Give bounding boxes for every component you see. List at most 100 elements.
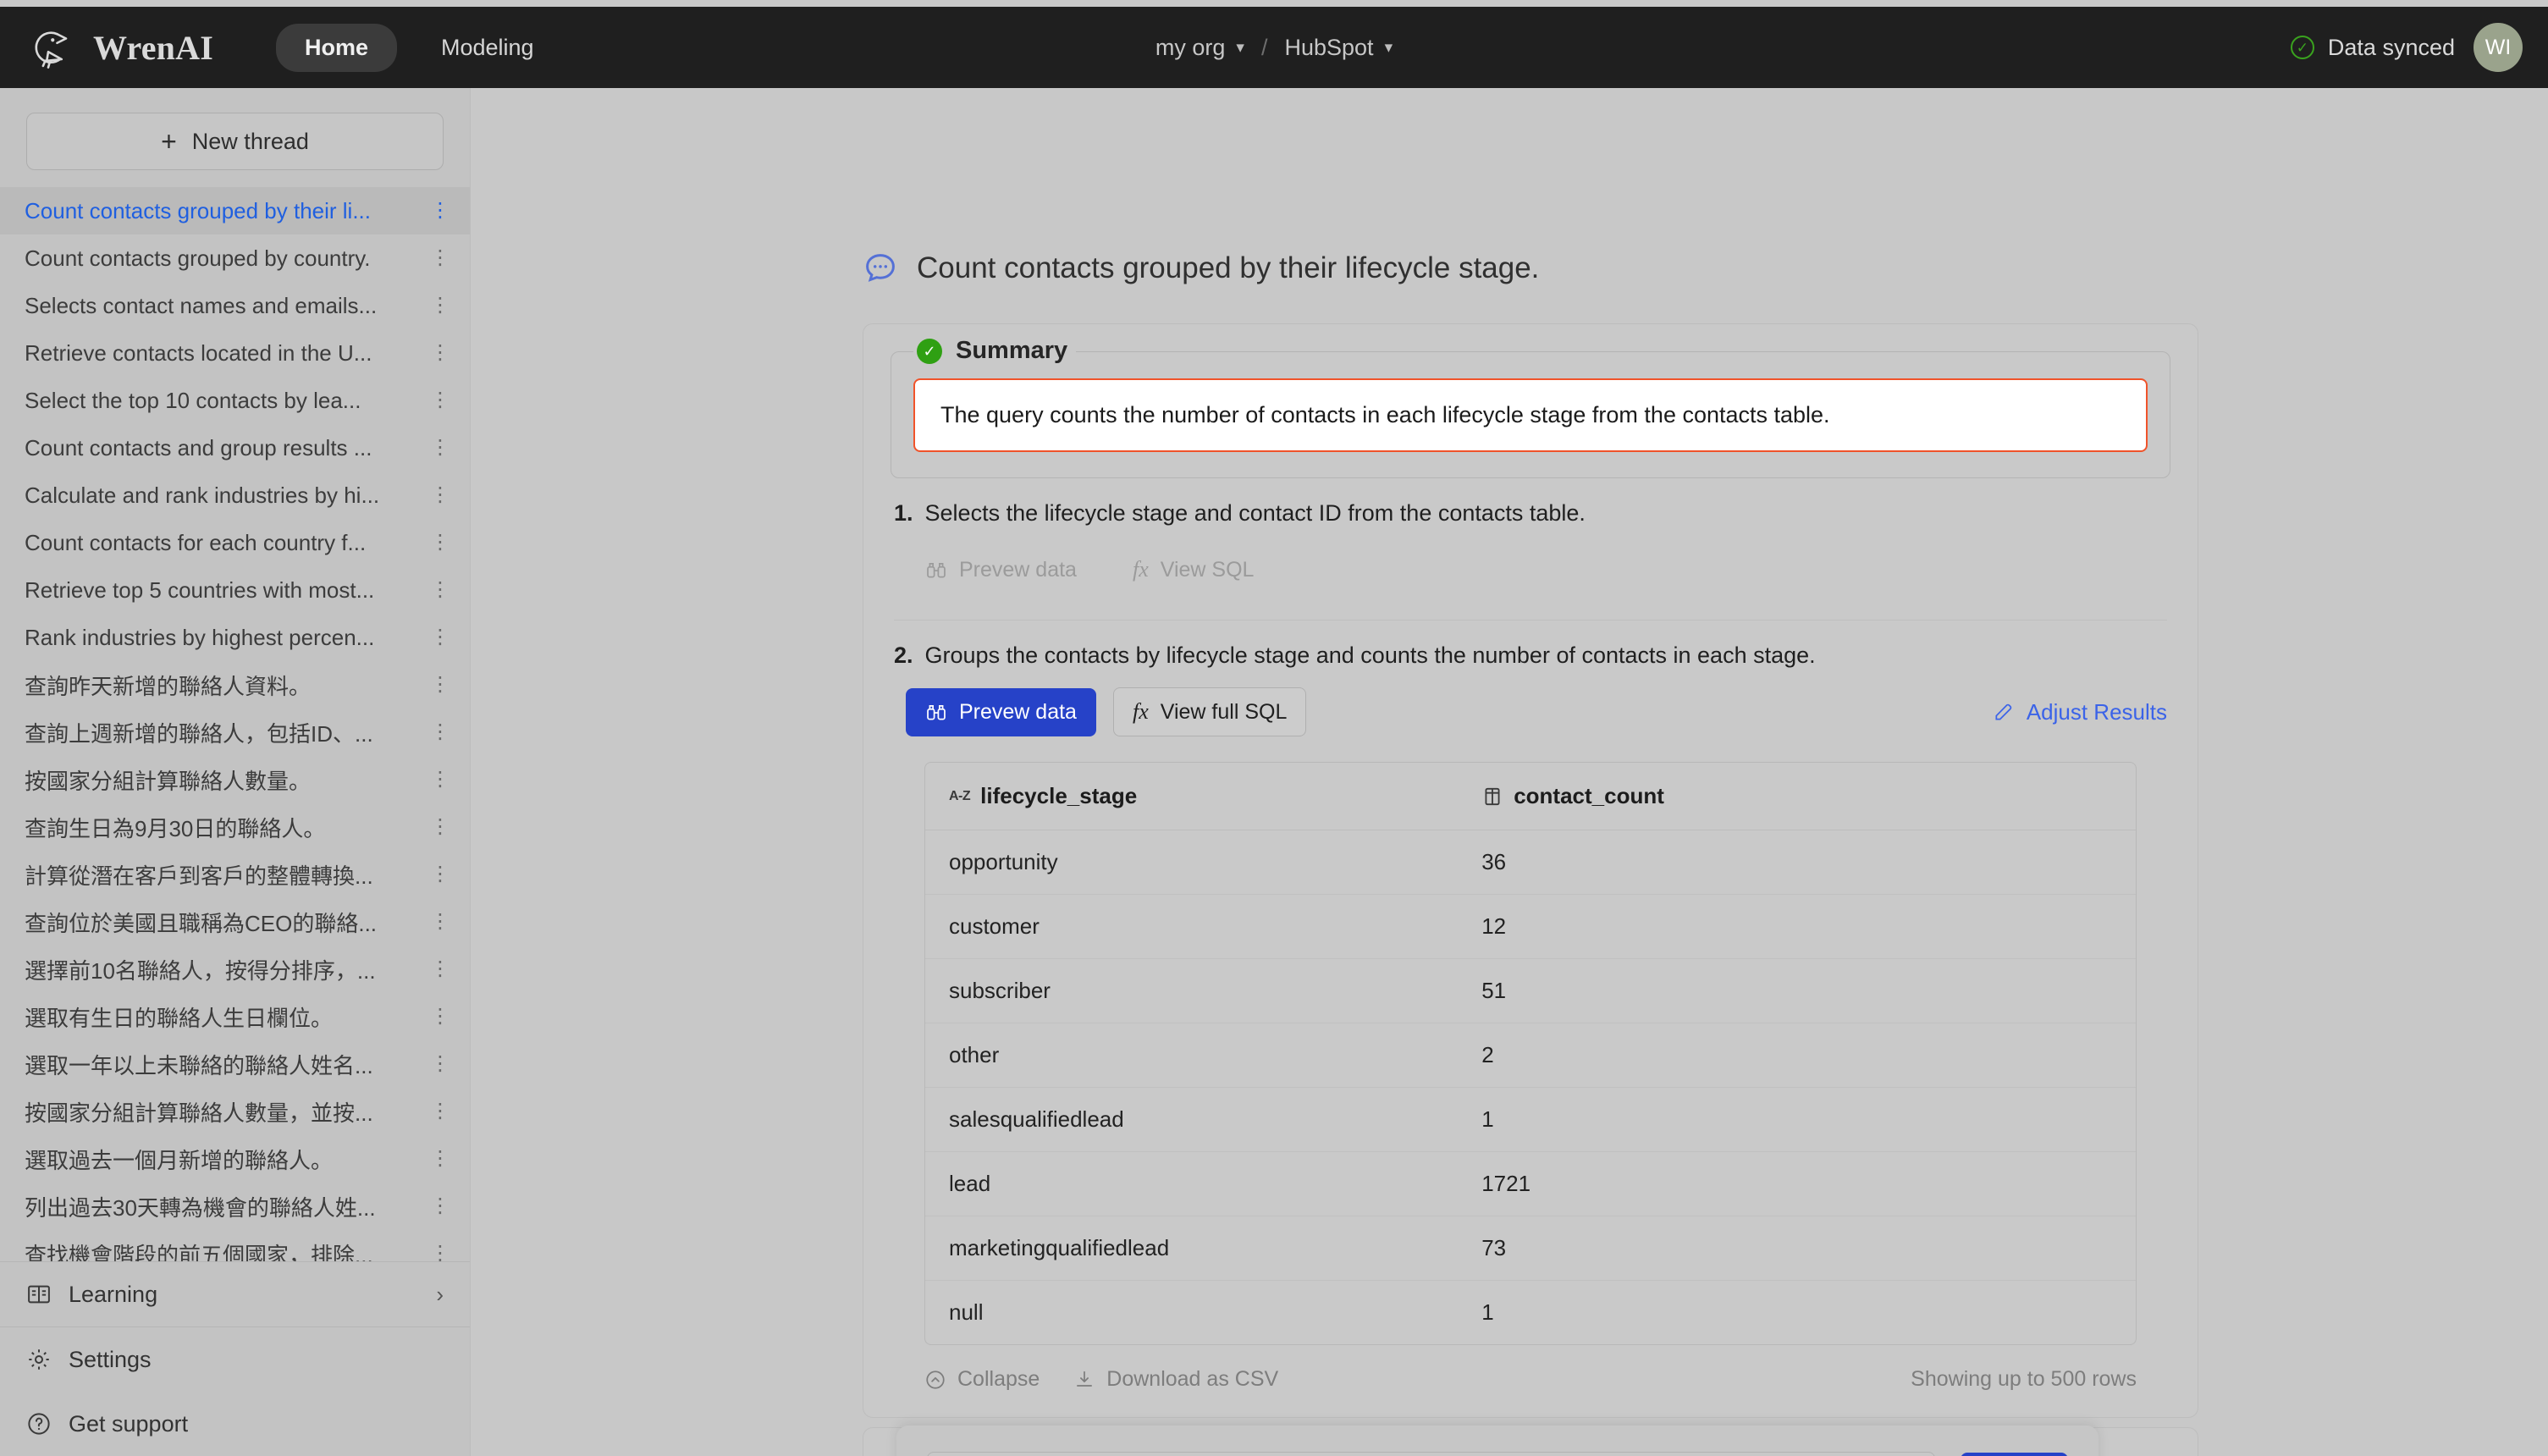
thread-list-item[interactable]: 查詢上週新增的聯絡人，包括ID、... ⋮ <box>0 709 470 756</box>
cell-contact-count: 1721 <box>1458 1151 2136 1216</box>
thread-more-options-icon[interactable]: ⋮ <box>429 295 451 315</box>
step-2-sql-label: View full SQL <box>1160 699 1288 724</box>
sidebar-footer: Learning › Settings Get support <box>0 1261 470 1456</box>
thread-more-options-icon[interactable]: ⋮ <box>429 484 451 505</box>
breadcrumb-separator: / <box>1260 34 1268 60</box>
step-2-text: Groups the contacts by lifecycle stage a… <box>924 643 1816 668</box>
column-header-contact-count[interactable]: contact_count <box>1458 763 2136 830</box>
thread-more-options-icon[interactable]: ⋮ <box>429 626 451 647</box>
column-header-lifecycle-stage-label: lifecycle_stage <box>980 783 1138 808</box>
thread-list-item[interactable]: 選取過去一個月新增的聯絡人。 ⋮ <box>0 1135 470 1183</box>
new-thread-button[interactable]: + New thread <box>26 113 444 170</box>
fx-icon: fx <box>1132 699 1149 724</box>
data-sync-status[interactable]: ✓ Data synced <box>2290 35 2455 61</box>
sidebar-item-settings-label: Settings <box>69 1346 152 1372</box>
thread-list-item[interactable]: Count contacts grouped by their li... ⋮ <box>0 187 470 234</box>
breadcrumb-project-selector[interactable]: HubSpot ▾ <box>1284 35 1393 61</box>
avatar[interactable]: WI <box>2474 23 2523 72</box>
thread-list-item-label: 按國家分組計算聯絡人數量，並按... <box>25 1100 373 1126</box>
thread-list-item-label: 查詢昨天新增的聯絡人資料。 <box>25 673 312 699</box>
cell-lifecycle-stage: lead <box>925 1151 1459 1216</box>
thread-more-options-icon[interactable]: ⋮ <box>429 200 451 220</box>
step-1-sql-label: View SQL <box>1160 557 1255 582</box>
thread-more-options-icon[interactable]: ⋮ <box>429 1243 451 1261</box>
sidebar-item-get-support[interactable]: Get support <box>0 1392 470 1456</box>
results-table-body: opportunity 36 customer 12 subscriber 51 other… <box>925 830 2136 1345</box>
column-header-lifecycle-stage[interactable]: A-Z lifecycle_stage <box>925 763 1459 830</box>
sidebar-item-get-support-label: Get support <box>69 1410 189 1437</box>
thread-list-item[interactable]: Calculate and rank industries by hi... ⋮ <box>0 472 470 519</box>
thread-list-item[interactable]: 查詢位於美國且職稱為CEO的聯絡... ⋮ <box>0 898 470 946</box>
step-2: 2. Groups the contacts by lifecycle stag… <box>863 620 2198 1417</box>
thread-list-item-label: Count contacts for each country f... <box>25 529 367 555</box>
thread-list-item[interactable]: 列出過去30天轉為機會的聯絡人姓... ⋮ <box>0 1183 470 1230</box>
thread-list-item-label: Count contacts and group results ... <box>25 434 372 461</box>
thread-list-item[interactable]: Count contacts for each country f... ⋮ <box>0 519 470 566</box>
table-row: other 2 <box>925 1023 2136 1088</box>
thread-more-options-icon[interactable]: ⋮ <box>429 1100 451 1121</box>
thread-list-item[interactable]: Retrieve top 5 countries with most... ⋮ <box>0 566 470 614</box>
thread-list-item[interactable]: Select the top 10 contacts by lea... ⋮ <box>0 377 470 424</box>
step-1-preview-label: Prevew data <box>959 557 1077 582</box>
thread-more-options-icon[interactable]: ⋮ <box>429 863 451 884</box>
thread-list-item[interactable]: Retrieve contacts located in the U... ⋮ <box>0 329 470 377</box>
check-circle-icon: ✓ <box>2290 36 2314 59</box>
thread-more-options-icon[interactable]: ⋮ <box>429 1006 451 1026</box>
sidebar-item-settings[interactable]: Settings <box>0 1327 470 1392</box>
sidebar-item-learning[interactable]: Learning › <box>0 1262 470 1326</box>
thread-list-item-label: 選取過去一個月新增的聯絡人。 <box>25 1147 334 1173</box>
cell-lifecycle-stage: customer <box>925 894 1459 959</box>
thread-list-item[interactable]: 選擇前10名聯絡人，按得分排序，... ⋮ <box>0 946 470 993</box>
thread-more-options-icon[interactable]: ⋮ <box>429 958 451 979</box>
thread-more-options-icon[interactable]: ⋮ <box>429 437 451 457</box>
thread-more-options-icon[interactable]: ⋮ <box>429 1053 451 1073</box>
thread-more-options-icon[interactable]: ⋮ <box>429 342 451 362</box>
primary-nav: Home Modeling <box>275 23 563 72</box>
nav-item-home[interactable]: Home <box>275 23 397 72</box>
prompt-field[interactable] <box>927 1452 1936 1456</box>
thread-more-options-icon[interactable]: ⋮ <box>429 579 451 599</box>
thread-more-options-icon[interactable]: ⋮ <box>429 816 451 836</box>
table-row: lead 1721 <box>925 1151 2136 1216</box>
thread-list-item[interactable]: Selects contact names and emails... ⋮ <box>0 282 470 329</box>
thread-list-item[interactable]: Count contacts and group results ... ⋮ <box>0 424 470 472</box>
thread-list-item[interactable]: 查詢生日為9月30日的聯絡人。 ⋮ <box>0 803 470 851</box>
thread-list-item[interactable]: 選取有生日的聯絡人生日欄位。 ⋮ <box>0 993 470 1040</box>
nav-item-modeling[interactable]: Modeling <box>412 24 563 72</box>
thread-list-item[interactable]: 計算從潛在客戶到客戶的整體轉換... ⋮ <box>0 851 470 898</box>
ask-button[interactable]: Ask <box>1961 1453 2068 1456</box>
thread-more-options-icon[interactable]: ⋮ <box>429 247 451 267</box>
collapse-button[interactable]: Collapse <box>924 1367 1040 1392</box>
thread-list-item[interactable]: 按國家分組計算聯絡人數量，並按... ⋮ <box>0 1088 470 1135</box>
thread-more-options-icon[interactable]: ⋮ <box>429 389 451 410</box>
step-2-view-full-sql-button[interactable]: fx View full SQL <box>1112 687 1307 736</box>
thread-more-options-icon[interactable]: ⋮ <box>429 1148 451 1168</box>
cell-contact-count: 12 <box>1458 894 2136 959</box>
thread-list-item[interactable]: Rank industries by highest percen... ⋮ <box>0 614 470 661</box>
cell-lifecycle-stage: other <box>925 1023 1459 1088</box>
sidebar-item-learning-label: Learning <box>69 1281 158 1307</box>
thread-more-options-icon[interactable]: ⋮ <box>429 1195 451 1216</box>
step-1-preview-data-button[interactable]: Prevew data <box>906 546 1096 594</box>
thread-more-options-icon[interactable]: ⋮ <box>429 769 451 789</box>
thread-list-item[interactable]: 查詢昨天新增的聯絡人資料。 ⋮ <box>0 661 470 709</box>
table-row: marketingqualifiedlead 73 <box>925 1216 2136 1281</box>
binoculars-icon <box>927 562 946 578</box>
thread-list[interactable]: Count contacts grouped by their li... ⋮ Co… <box>0 187 470 1261</box>
thread-list-item[interactable]: 選取一年以上未聯絡的聯絡人姓名... ⋮ <box>0 1040 470 1088</box>
step-1-view-sql-button[interactable]: fx View SQL <box>1113 545 1273 594</box>
brand-logo-group[interactable]: WrenAI <box>30 24 213 71</box>
thread-list-item-label: Rank industries by highest percen... <box>25 624 375 650</box>
thread-more-options-icon[interactable]: ⋮ <box>429 532 451 552</box>
download-csv-button[interactable]: Download as CSV <box>1073 1367 1278 1392</box>
thread-list-item[interactable]: 查找機會階段的前五個國家，排除... ⋮ <box>0 1230 470 1262</box>
breadcrumb-org-selector[interactable]: my org ▾ <box>1155 35 1244 61</box>
chat-bubble-icon <box>866 254 895 282</box>
step-2-preview-data-button[interactable]: Prevew data <box>906 687 1096 736</box>
thread-more-options-icon[interactable]: ⋮ <box>429 674 451 694</box>
thread-list-item[interactable]: 按國家分組計算聯絡人數量。 ⋮ <box>0 756 470 803</box>
thread-more-options-icon[interactable]: ⋮ <box>429 911 451 931</box>
thread-more-options-icon[interactable]: ⋮ <box>429 721 451 742</box>
adjust-results-button[interactable]: Adjust Results <box>1993 699 2167 725</box>
thread-list-item[interactable]: Count contacts grouped by country. ⋮ <box>0 234 470 282</box>
